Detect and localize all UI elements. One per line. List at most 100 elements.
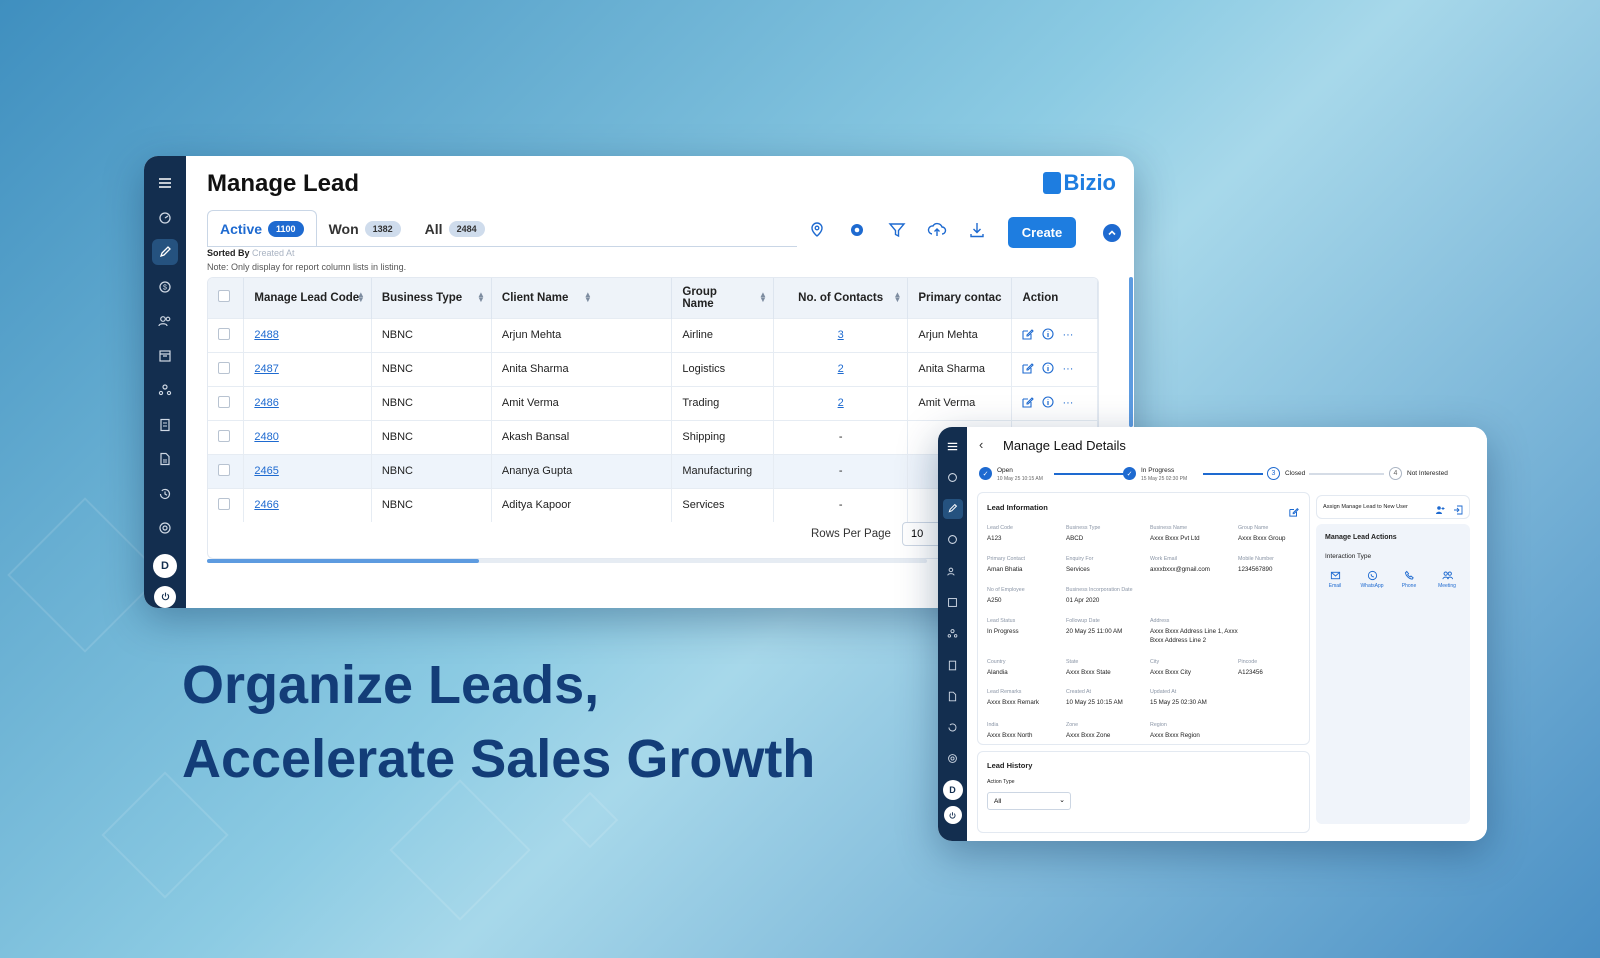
target-icon[interactable] [152, 515, 178, 541]
row-checkbox[interactable] [218, 429, 230, 442]
user-avatar[interactable]: D [942, 780, 963, 801]
action-type-select[interactable]: All ⌄ [987, 792, 1071, 810]
details-content: ‹ Manage Lead Details ✓ Open 10 May 25 10:… [967, 427, 1487, 841]
add-user-icon[interactable] [1435, 502, 1445, 520]
history-icon[interactable] [943, 718, 963, 738]
finance-icon[interactable] [943, 530, 963, 550]
sorted-by-value[interactable]: Created At [252, 248, 295, 258]
rows-per-page-value: 10 [911, 528, 924, 540]
more-icon[interactable]: ··· [1062, 363, 1073, 375]
sort-icon[interactable]: ▲ ▼ [893, 291, 901, 304]
leads-icon[interactable] [942, 498, 963, 519]
tab-all[interactable]: All 2484 [413, 212, 497, 246]
table-row[interactable]: 2487 NBNC Anita Sharma Logistics 2 Anita… [208, 351, 1098, 386]
column-header[interactable]: Client Name ▲ ▼ [491, 278, 673, 318]
info-icon[interactable] [1042, 327, 1055, 343]
row-checkbox[interactable] [218, 463, 230, 476]
calendar-icon[interactable] [943, 592, 963, 612]
header-select-all[interactable] [208, 278, 245, 318]
calendar-icon[interactable] [152, 343, 178, 369]
report-icon[interactable] [152, 412, 178, 438]
more-icon[interactable]: ··· [1062, 329, 1073, 341]
back-chevron-icon[interactable]: ‹ [979, 437, 983, 452]
lead-code-link[interactable]: 2465 [254, 465, 278, 477]
column-header[interactable]: No. of Contacts ▲ ▼ [773, 278, 909, 318]
report-icon[interactable] [943, 655, 963, 675]
users-icon[interactable] [943, 561, 963, 581]
whatsapp-action[interactable]: WhatsApp [1357, 570, 1387, 589]
row-checkbox[interactable] [218, 327, 230, 340]
meeting-action[interactable]: Meeting [1433, 570, 1461, 589]
row-checkbox[interactable] [218, 497, 230, 510]
edit-icon[interactable] [1289, 504, 1299, 522]
lead-information-card: Lead Information Lead Code A123 Business … [977, 492, 1310, 745]
create-button[interactable]: Create [1008, 217, 1076, 248]
dashboard-icon[interactable] [152, 205, 178, 231]
location-icon[interactable] [806, 219, 828, 241]
column-header: Action [1011, 278, 1098, 318]
row-checkbox[interactable] [218, 361, 230, 374]
horizontal-scrollbar[interactable] [207, 559, 927, 563]
table-row[interactable]: 2488 NBNC Arjun Mehta Airline 3 Arjun Me… [208, 317, 1098, 352]
contacts-link[interactable]: 3 [838, 329, 844, 341]
power-icon[interactable] [154, 585, 176, 608]
lead-code-link[interactable]: 2480 [254, 431, 278, 443]
bizio-logo: Bizio [1043, 170, 1116, 196]
column-header[interactable]: Group Name ▲ ▼ [671, 278, 774, 318]
users-icon[interactable] [152, 308, 178, 334]
upload-icon[interactable] [926, 219, 948, 241]
menu-icon[interactable] [943, 436, 963, 456]
info-icon[interactable] [1042, 395, 1055, 411]
email-action[interactable]: Email [1323, 570, 1347, 589]
edit-icon[interactable] [1022, 328, 1035, 343]
tab-active[interactable]: Active 1100 [207, 210, 317, 246]
scrollbar-thumb[interactable] [207, 559, 479, 563]
sort-icon[interactable]: ▲ ▼ [477, 291, 485, 304]
chevron-down-icon: ⌄ [1059, 797, 1065, 804]
lead-code-link[interactable]: 2488 [254, 329, 278, 341]
contacts-link[interactable]: 2 [838, 363, 844, 375]
leads-icon[interactable] [152, 239, 178, 265]
edit-icon[interactable] [1022, 362, 1035, 377]
sort-icon[interactable]: ▲ ▼ [357, 291, 365, 304]
filter-icon[interactable] [886, 219, 908, 241]
sort-icon[interactable]: ▲ ▼ [759, 291, 767, 304]
phone-action[interactable]: Phone [1397, 570, 1421, 589]
step-closed: 3 Closed [1267, 467, 1305, 480]
settings-icon[interactable] [846, 219, 868, 241]
team-icon[interactable] [943, 624, 963, 644]
info-icon[interactable] [1042, 361, 1055, 377]
lead-code-link[interactable]: 2466 [254, 499, 278, 511]
document-icon[interactable] [943, 686, 963, 706]
sort-icon[interactable]: ▲ ▼ [584, 291, 592, 304]
user-avatar[interactable]: D [153, 553, 177, 578]
lead-code-link[interactable]: 2487 [254, 363, 278, 375]
finance-icon[interactable]: $ [152, 274, 178, 300]
column-header[interactable]: Manage Lead Code ▲ ▼ [243, 278, 372, 318]
team-icon[interactable] [152, 377, 178, 403]
table-header-row: Manage Lead Code ▲ ▼ Business Type ▲ ▼ Clien… [208, 278, 1098, 318]
target-icon[interactable] [943, 749, 963, 769]
column-header[interactable]: Primary contac [907, 278, 1013, 318]
assign-icon[interactable] [1453, 502, 1463, 520]
tab-won[interactable]: Won 1382 [317, 212, 413, 246]
primary-contact-cell: Arjun Mehta [907, 317, 1013, 352]
table-row[interactable]: 2486 NBNC Amit Verma Trading 2 Amit Verm… [208, 385, 1098, 420]
lead-code-link[interactable]: 2486 [254, 397, 278, 409]
menu-icon[interactable] [152, 170, 178, 196]
assign-user-card[interactable]: Assign Manage Lead to New User [1316, 495, 1470, 519]
row-checkbox[interactable] [218, 395, 230, 408]
column-header[interactable]: Business Type ▲ ▼ [371, 278, 492, 318]
history-icon[interactable] [152, 481, 178, 507]
dashboard-icon[interactable] [943, 467, 963, 487]
chevron-up-icon[interactable] [1103, 224, 1121, 242]
more-icon[interactable]: ··· [1062, 397, 1073, 409]
document-icon[interactable] [152, 446, 178, 472]
power-icon[interactable] [943, 806, 962, 825]
vertical-scrollbar[interactable] [1129, 277, 1133, 427]
field-created-at: Created At 10 May 25 10:15 AM [1066, 689, 1123, 706]
contacts-link[interactable]: 2 [838, 397, 844, 409]
assign-label: Assign Manage Lead to New User [1323, 504, 1408, 510]
edit-icon[interactable] [1022, 396, 1035, 411]
download-icon[interactable] [966, 219, 988, 241]
